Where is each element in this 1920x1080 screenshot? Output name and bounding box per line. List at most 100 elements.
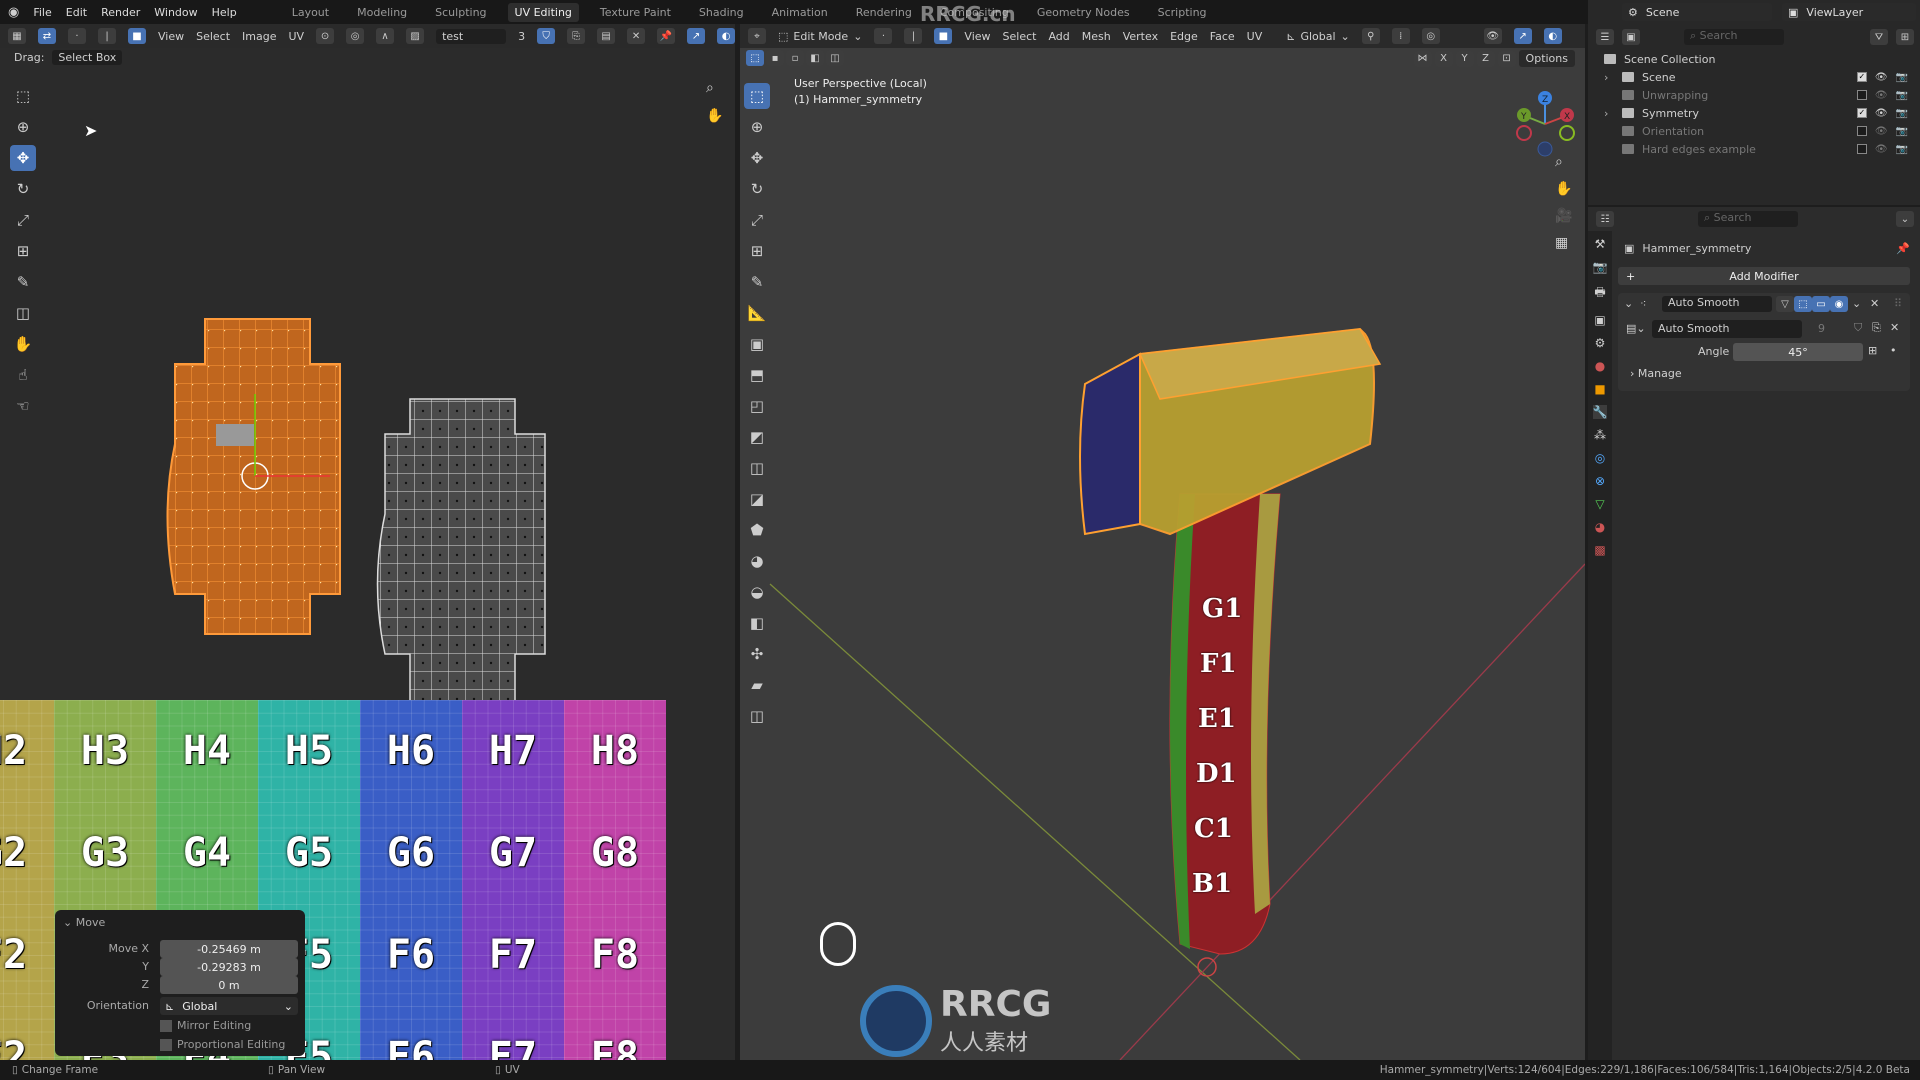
tab-layout[interactable]: Layout [285, 3, 336, 22]
pinch-tool-icon[interactable]: ☜ [10, 393, 36, 419]
menu-file[interactable]: File [33, 6, 51, 19]
zoom-icon[interactable]: ⌕ [1555, 154, 1563, 170]
constraints-tab-icon[interactable]: ⊗ [1595, 474, 1605, 488]
exclude-checkbox[interactable] [1856, 125, 1867, 136]
collapse-chevron-icon[interactable]: ⌄ [1624, 297, 1633, 310]
data-tab-icon[interactable]: ▽ [1595, 497, 1604, 511]
render-toggle-icon[interactable]: ◉ [1830, 296, 1848, 312]
transform-tool-icon[interactable]: ⊞ [10, 238, 36, 264]
new-image-icon[interactable]: ⎘ [567, 28, 586, 44]
tab-shading[interactable]: Shading [692, 3, 751, 22]
last-operator-panel-move[interactable]: ⌄ Move Move X -0.25469 m Y -0.29283 m Z … [55, 910, 305, 1056]
scene-tab-icon[interactable]: ⚙ [1595, 336, 1606, 350]
drag-select[interactable]: Select Box [52, 49, 123, 65]
exclude-checkbox[interactable] [1856, 143, 1867, 154]
modifier-name-field[interactable]: Auto Smooth [1662, 296, 1772, 312]
texture-tab-icon[interactable]: ▩ [1594, 543, 1605, 557]
uv-editor[interactable]: ▦ ⇄ · | ■ View Select Image UV ⊙ ◎ ∧ ▨ t… [0, 24, 736, 1060]
fake-user-icon[interactable]: ⛉ [537, 28, 556, 44]
camera-render-icon[interactable]: 📷 [1896, 126, 1908, 137]
dropdown-chevron-icon[interactable]: ⌄ [1852, 297, 1861, 310]
physics-tab-icon[interactable]: ◎ [1595, 451, 1605, 465]
orientation-dropdown[interactable]: ⊾ Global ⌄ [160, 997, 298, 1015]
scene-view[interactable] [740, 24, 1585, 1060]
uv-menu-select[interactable]: Select [196, 30, 230, 43]
menu-help[interactable]: Help [212, 6, 237, 19]
image-name-field[interactable]: test [436, 28, 507, 44]
tab-sculpting[interactable]: Sculpting [428, 3, 493, 22]
outliner-item-hard-edges-example[interactable]: Hard edges example 👁 📷 [1604, 140, 1920, 158]
expand-arrow-icon[interactable]: › [1604, 107, 1622, 120]
eye-icon[interactable]: 👁 [1875, 126, 1888, 137]
node-group-field[interactable]: Auto Smooth [1652, 320, 1802, 338]
unlink-icon[interactable]: ✕ [1890, 321, 1899, 334]
outliner-search-input[interactable]: ⌕ Search [1684, 29, 1784, 45]
tab-modeling[interactable]: Modeling [350, 3, 414, 22]
scene-selector[interactable]: ⚙ Scene [1622, 3, 1772, 21]
move-z-field[interactable]: 0 m [160, 976, 298, 994]
grab-tool-icon[interactable]: ✋ [10, 331, 36, 357]
mirror-editing-checkbox[interactable]: Mirror Editing [160, 1019, 251, 1032]
3d-viewport[interactable]: ⌖ ⬚ Edit Mode ⌄ · | ■ View Select Add Mesh… [740, 24, 1585, 1060]
pivot-icon[interactable]: ⊙ [316, 28, 335, 44]
display-mode-icon[interactable]: ☰ [1596, 29, 1614, 45]
properties-search-input[interactable]: ⌕ Search [1698, 211, 1798, 227]
tool-tab-icon[interactable]: ⚒ [1595, 237, 1606, 251]
uv-menu-image[interactable]: Image [242, 30, 276, 43]
view-layer-icon[interactable]: ▣ [1622, 29, 1640, 45]
node-group-icon[interactable]: ▤⌄ [1626, 322, 1646, 335]
move-panel-title[interactable]: ⌄ Move [63, 916, 105, 929]
proportional-icon[interactable]: ∧ [376, 28, 395, 44]
outliner-item-unwrapping[interactable]: Unwrapping 👁 📷 [1604, 86, 1920, 104]
unlink-image-icon[interactable]: ✕ [627, 28, 646, 44]
keyframe-dot-icon[interactable]: • [1890, 344, 1897, 357]
blender-logo-icon[interactable]: ◉ [8, 5, 19, 20]
editor-type-icon[interactable]: ☷ [1596, 211, 1614, 227]
move-tool-icon[interactable]: ✥ [10, 145, 36, 171]
outliner-item-orientation[interactable]: Orientation 👁 📷 [1604, 122, 1920, 140]
outliner-item-scene[interactable]: › Scene ✓ 👁 📷 [1604, 68, 1920, 86]
tab-animation[interactable]: Animation [765, 3, 835, 22]
fake-user-icon[interactable]: ⛉ [1854, 321, 1862, 335]
camera-render-icon[interactable]: 📷 [1896, 108, 1908, 119]
proportional-editing-checkbox[interactable]: Proportional Editing [160, 1038, 285, 1051]
tab-rendering[interactable]: Rendering [849, 3, 919, 22]
face-select-icon[interactable]: ■ [128, 28, 146, 44]
camera-render-icon[interactable]: 📷 [1896, 90, 1908, 101]
move-y-field[interactable]: -0.29283 m [160, 958, 298, 976]
modifier-tab-icon[interactable]: 🔧 [1592, 405, 1608, 419]
image-browse-icon[interactable]: ▨ [406, 28, 425, 44]
tab-uv-editing[interactable]: UV Editing [507, 2, 579, 22]
add-modifier-button[interactable]: + Add Modifier [1618, 267, 1910, 285]
exclude-checkbox[interactable]: ✓ [1856, 71, 1867, 82]
expand-arrow-icon[interactable]: › [1604, 71, 1622, 84]
sync-selection-icon[interactable]: ⇄ [38, 28, 56, 44]
camera-render-icon[interactable]: 📷 [1896, 144, 1908, 155]
edge-select-icon[interactable]: | [98, 28, 116, 44]
uv-menu-view[interactable]: View [158, 30, 184, 43]
annotate-tool-icon[interactable]: ✎ [10, 269, 36, 295]
view-layer-tab-icon[interactable]: ▣ [1594, 313, 1605, 327]
pin-icon[interactable]: 📌 [1896, 242, 1910, 255]
camera-render-icon[interactable]: 📷 [1896, 72, 1908, 83]
filter-icon[interactable]: ⛛ [1870, 29, 1888, 45]
pin-icon[interactable]: 📌 [657, 28, 676, 44]
drag-handle-icon[interactable]: ⠿ [1894, 297, 1902, 310]
navigation-gizmo[interactable]: Z Y X [1510, 84, 1580, 164]
camera-icon[interactable]: 🎥 [1555, 208, 1572, 224]
view-layer-selector[interactable]: ▣ ViewLayer [1782, 3, 1916, 21]
output-tab-icon[interactable]: 🖶 [1594, 283, 1605, 304]
menu-window[interactable]: Window [154, 6, 197, 19]
exclude-checkbox[interactable] [1856, 89, 1867, 100]
overlay-icon[interactable]: ◐ [717, 28, 736, 44]
vertex-select-icon[interactable]: · [68, 28, 86, 44]
editor-type-icon[interactable]: ▦ [8, 28, 26, 44]
tab-scripting[interactable]: Scripting [1151, 3, 1214, 22]
duplicate-icon[interactable]: ⎘ [1872, 321, 1881, 335]
outliner[interactable]: ☰ ▣ ⌕ Search ⛛ ⊞ Scene Collection › Scene… [1588, 0, 1920, 205]
outliner-item-scene-collection[interactable]: Scene Collection [1604, 50, 1920, 68]
eye-icon[interactable]: 👁 [1875, 108, 1888, 119]
properties-editor[interactable]: ☷ ⌕ Search ⌄ ⚒ 📷 🖶 ▣ ⚙ ● ■ 🔧 ⁂ ◎ ⊗ ▽ ◕ ▩ ▣ Hammer_symm… [1588, 207, 1920, 1060]
zoom-icon[interactable]: ⌕ [706, 80, 714, 96]
options-chevron-icon[interactable]: ⌄ [1896, 211, 1914, 227]
